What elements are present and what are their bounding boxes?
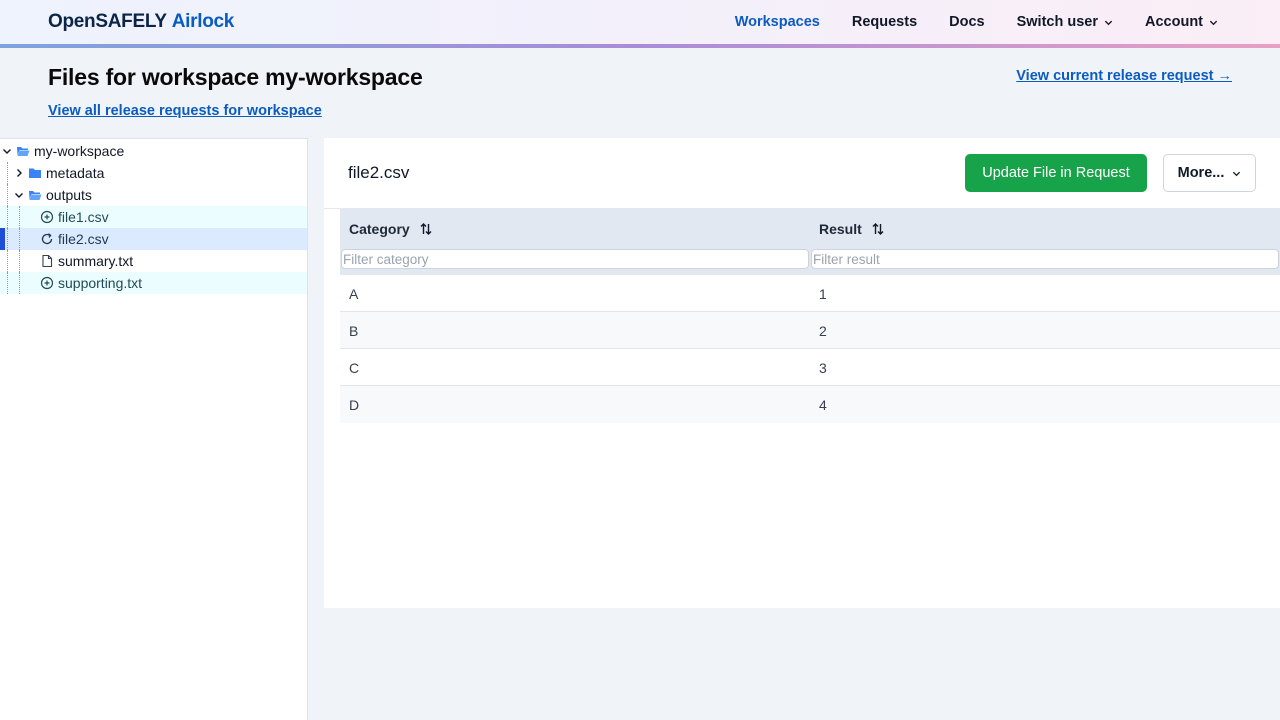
file-tree: my-workspace metadata outputs file1.csv …: [0, 138, 308, 720]
page-title: Files for workspace my-workspace: [48, 64, 423, 90]
view-current-release-request-link[interactable]: View current release request →: [1016, 68, 1232, 84]
table-cell: 2: [819, 323, 827, 339]
nav-requests[interactable]: Requests: [852, 14, 917, 30]
file-content-panel: file2.csv Update File in Request More...…: [324, 138, 1280, 608]
sort-icon[interactable]: [872, 222, 884, 236]
plus-circle-icon: [40, 276, 54, 290]
nav-account[interactable]: Account: [1145, 14, 1218, 30]
chevron-down-icon: [1233, 171, 1241, 176]
table-row: C 3: [340, 349, 1280, 386]
folder-icon: [29, 168, 41, 178]
refresh-icon: [41, 233, 53, 245]
main-nav: Workspaces Requests Docs Switch user Acc…: [703, 0, 1218, 44]
tree-item-supporting-txt[interactable]: supporting.txt: [0, 272, 307, 294]
nav-docs[interactable]: Docs: [949, 14, 984, 30]
brand-primary: OpenSAFELY: [48, 11, 167, 32]
table-cell: C: [349, 360, 360, 376]
selection-indicator: [0, 228, 5, 250]
table-row: D 4: [340, 386, 1280, 423]
nav-switch-user[interactable]: Switch user: [1017, 14, 1113, 30]
top-navbar: OpenSAFELY Airlock Workspaces Requests Do…: [0, 0, 1280, 44]
table-header: Category Result: [340, 209, 1280, 275]
sort-icon[interactable]: [420, 222, 432, 236]
chevron-down-icon: [1209, 20, 1218, 25]
table-cell: 4: [819, 397, 827, 413]
chevron-down-icon: [1104, 20, 1113, 25]
table-cell: D: [349, 397, 360, 413]
file-title: file2.csv: [348, 163, 410, 182]
plus-circle-icon: [40, 210, 54, 224]
tree-item-file2-csv[interactable]: file2.csv: [0, 228, 307, 250]
folder-open-icon: [29, 191, 42, 200]
table-row: B 2: [340, 312, 1280, 349]
table-cell: 3: [819, 360, 827, 376]
tree-item-metadata[interactable]: metadata: [0, 162, 307, 184]
tree-item-outputs[interactable]: outputs: [0, 184, 307, 206]
chevron-down-icon[interactable]: [2, 146, 12, 156]
brand-logo[interactable]: OpenSAFELY Airlock: [48, 11, 234, 33]
update-file-in-request-button[interactable]: Update File in Request: [965, 154, 1147, 192]
table-cell: B: [349, 323, 359, 339]
more-dropdown-button[interactable]: More...: [1163, 154, 1256, 192]
tree-item-summary-txt[interactable]: summary.txt: [0, 250, 307, 272]
folder-open-icon: [17, 147, 30, 156]
chevron-down-icon[interactable]: [14, 190, 24, 200]
nav-workspaces[interactable]: Workspaces: [735, 14, 820, 30]
filter-result-input[interactable]: [811, 249, 1279, 269]
tree-item-my-workspace[interactable]: my-workspace: [0, 140, 307, 162]
brand-secondary: Airlock: [171, 11, 235, 32]
table-cell: A: [349, 286, 359, 302]
table-row: A 1: [340, 275, 1280, 312]
chevron-right-icon[interactable]: [14, 168, 24, 178]
tree-item-file1-csv[interactable]: file1.csv: [0, 206, 307, 228]
column-header-category[interactable]: Category: [349, 221, 432, 237]
file-icon: [42, 254, 53, 268]
column-header-result[interactable]: Result: [819, 221, 884, 237]
filter-category-input[interactable]: [341, 249, 809, 269]
view-all-release-requests-link[interactable]: View all release requests for workspace: [48, 103, 322, 119]
table-cell: 1: [819, 286, 827, 302]
header-gradient-line: [0, 44, 1280, 48]
